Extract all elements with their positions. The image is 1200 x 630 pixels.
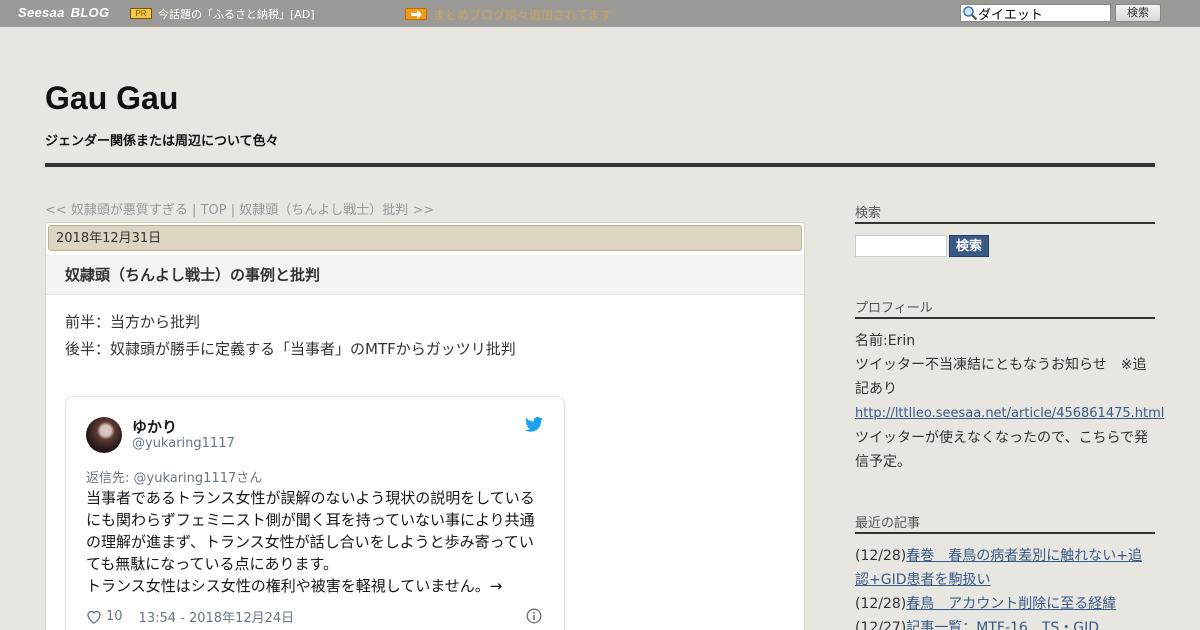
list-item: (12/27)記事一覧：MTF-16 TS・GID	[855, 616, 1155, 630]
top-bar: Seesaa BLOG PR 今話題の「ふるさと納税」[AD] まとめブログ続々追…	[0, 0, 1200, 27]
recent-date: (12/28)	[855, 548, 907, 564]
sidebar-recent-title: 最近の記事	[855, 516, 921, 531]
top-search-button[interactable]: 検索	[1115, 4, 1161, 22]
profile-link[interactable]: http://lttlleo.seesaa.net/article/456861…	[855, 406, 1164, 421]
profile-after: ツイッターが使えなくなったので、こちらで発信予定。	[855, 430, 1149, 470]
article-line: 後半：奴隷頭が勝手に定義する「当事者」のMTFからガッツリ批判	[65, 340, 516, 358]
header-divider	[45, 163, 1155, 167]
tweet-meta: 10 13:54 - 2018年12月24日	[86, 607, 294, 626]
site-description: ジェンダー関係または周辺について色々	[45, 134, 279, 149]
recent-article-link[interactable]: 記事一覧：MTF-16 TS・GID	[906, 620, 1099, 630]
list-item: (12/28)春鳥 アカウント削除に至る経緯	[855, 592, 1155, 616]
heart-icon[interactable]	[86, 609, 102, 624]
sidebar-search-button[interactable]: 検索	[949, 235, 989, 257]
info-icon[interactable]	[526, 608, 542, 624]
tweet-text: 当事者であるトランス女性が誤解のないよう現状の説明をしているにも関わらずフェミニ…	[86, 489, 535, 595]
tweet-timestamp[interactable]: 13:54 - 2018年12月24日	[139, 607, 295, 626]
sidebar-profile: 名前:Erin ツイッター不当凍結にともなうお知らせ ※追記あり http://…	[855, 329, 1164, 474]
seesaa-blog-logo[interactable]: Seesaa BLOG	[18, 5, 109, 20]
top-search-box	[960, 4, 1111, 22]
recent-date: (12/28)	[855, 596, 907, 612]
profile-note: ツイッター不当凍結にともなうお知らせ ※追記あり	[855, 357, 1147, 397]
top-search-input[interactable]	[978, 5, 1106, 21]
sidebar-divider	[855, 532, 1155, 534]
article-body: 前半：当方から批判 後半：奴隷頭が勝手に定義する「当事者」のMTFからガッツリ批…	[65, 309, 516, 363]
article-title-bar: 奴隷頭（ちんよし戦士）の事例と批判	[46, 255, 804, 295]
recent-date: (12/27)	[855, 620, 907, 630]
article: 2018年12月31日 奴隷頭（ちんよし戦士）の事例と批判 前半：当方から批判 …	[45, 222, 805, 630]
sidebar-profile-title: プロフィール	[855, 301, 933, 316]
logo-sub: BLOG	[70, 5, 110, 20]
breadcrumb: << 奴隷頭が悪質すぎる | TOP | 奴隷頭（ちんよし戦士）批判 >>	[45, 199, 434, 218]
embedded-tweet[interactable]: ゆかり @yukaring1117 返信先: @yukaring1117さん 当…	[65, 396, 565, 630]
article-date: 2018年12月31日	[48, 225, 802, 251]
logo-main: Seesaa	[18, 5, 65, 20]
tweet-reply-to[interactable]: 返信先: @yukaring1117さん	[86, 467, 262, 486]
profile-name: 名前:Erin	[855, 333, 916, 349]
arrow-right-icon	[405, 8, 427, 20]
site-title[interactable]: Gau Gau	[45, 80, 178, 117]
sidebar-search-title: 検索	[855, 206, 882, 221]
recent-article-link[interactable]: 春鳥 アカウント削除に至る経緯	[906, 596, 1116, 612]
next-article-link[interactable]: 奴隷頭（ちんよし戦士）批判 >>	[239, 203, 434, 218]
breadcrumb-separator: |	[187, 203, 201, 218]
recent-articles-list: (12/28)春巻 春鳥の病者差別に触れない+追認+GID患者を駒扱い (12/…	[855, 544, 1155, 630]
avatar[interactable]	[86, 417, 122, 453]
matome-notice-link[interactable]: まとめブログ続々追加されてます	[433, 6, 612, 23]
sidebar-divider	[855, 222, 1155, 224]
tweet-author-name[interactable]: ゆかり	[132, 416, 177, 437]
twitter-bird-icon[interactable]	[525, 417, 543, 432]
top-link[interactable]: TOP	[201, 203, 227, 218]
pr-badge: PR	[130, 8, 152, 19]
breadcrumb-separator: |	[226, 203, 240, 218]
article-line: 前半：当方から批判	[65, 313, 201, 331]
pr-ad-link[interactable]: 今話題の「ふるさと納税」[AD]	[158, 6, 315, 22]
prev-article-link[interactable]: << 奴隷頭が悪質すぎる	[45, 203, 188, 218]
tweet-like-count: 10	[106, 609, 123, 624]
tweet-author-handle[interactable]: @yukaring1117	[132, 436, 235, 451]
list-item: (12/28)春巻 春鳥の病者差別に触れない+追認+GID患者を駒扱い	[855, 544, 1155, 592]
sidebar-search-input[interactable]	[855, 235, 947, 257]
article-title[interactable]: 奴隷頭（ちんよし戦士）の事例と批判	[65, 264, 320, 285]
sidebar-divider	[855, 317, 1155, 319]
search-icon	[963, 6, 978, 21]
